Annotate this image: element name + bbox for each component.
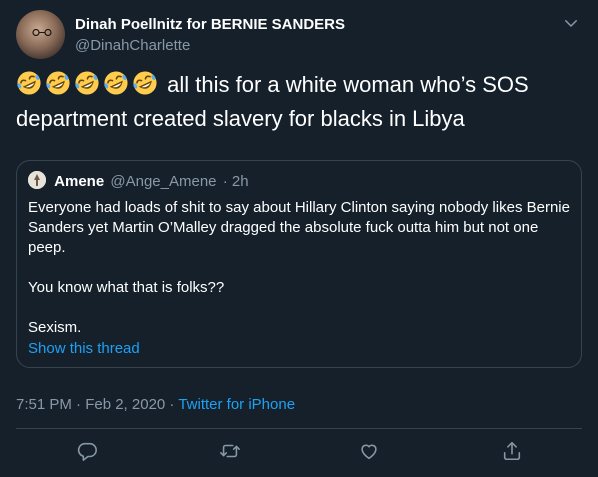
rolling-on-floor-laughing-icon — [133, 71, 157, 95]
timestamp[interactable]: 7:51 PM · Feb 2, 2020 · — [16, 396, 178, 413]
rolling-on-floor-laughing-icon — [46, 71, 70, 95]
avatar[interactable] — [16, 10, 65, 59]
emoji-group — [16, 70, 161, 104]
show-thread-link[interactable]: Show this thread — [28, 340, 140, 357]
chevron-down-icon[interactable] — [562, 14, 580, 32]
quoted-tweet-header: Amene @Ange_Amene · 2h — [28, 171, 249, 191]
quoted-author-name[interactable]: Amene — [54, 173, 104, 190]
author-display-name[interactable]: Dinah Poellnitz for BERNIE SANDERS — [75, 16, 345, 33]
retweet-icon[interactable] — [219, 440, 243, 464]
tweet: Dinah Poellnitz for BERNIE SANDERS @Dina… — [0, 0, 598, 477]
like-icon[interactable] — [358, 440, 382, 464]
quoted-separator: · — [222, 173, 228, 190]
quoted-age: 2h — [231, 173, 249, 190]
quoted-paragraph: You know what that is folks?? — [28, 279, 225, 296]
divider — [16, 428, 582, 429]
quoted-paragraph: Everyone had loads of shit to say about … — [28, 199, 570, 256]
quoted-avatar[interactable] — [28, 171, 46, 189]
tweet-header: Dinah Poellnitz for BERNIE SANDERS @Dina… — [16, 10, 582, 59]
rolling-on-floor-laughing-icon — [17, 71, 41, 95]
reply-icon[interactable] — [76, 440, 100, 464]
quoted-author-handle[interactable]: @Ange_Amene — [110, 173, 216, 190]
quoted-tweet[interactable]: Amene @Ange_Amene · 2h Everyone had load… — [16, 160, 582, 368]
tweet-metadata: 7:51 PM · Feb 2, 2020 · Twitter for iPho… — [16, 396, 295, 413]
quoted-paragraph: Sexism. — [28, 319, 82, 336]
rolling-on-floor-laughing-icon — [104, 71, 128, 95]
author-handle[interactable]: @DinahCharlette — [75, 37, 190, 54]
tweet-text: all this for a white woman who’s SOS dep… — [16, 70, 576, 134]
share-icon[interactable] — [501, 440, 525, 464]
glasses-detail — [32, 29, 52, 36]
source-link[interactable]: Twitter for iPhone — [178, 396, 295, 413]
rolling-on-floor-laughing-icon — [75, 71, 99, 95]
action-bar — [16, 440, 582, 466]
quoted-tweet-body: Everyone had loads of shit to say about … — [28, 198, 573, 338]
